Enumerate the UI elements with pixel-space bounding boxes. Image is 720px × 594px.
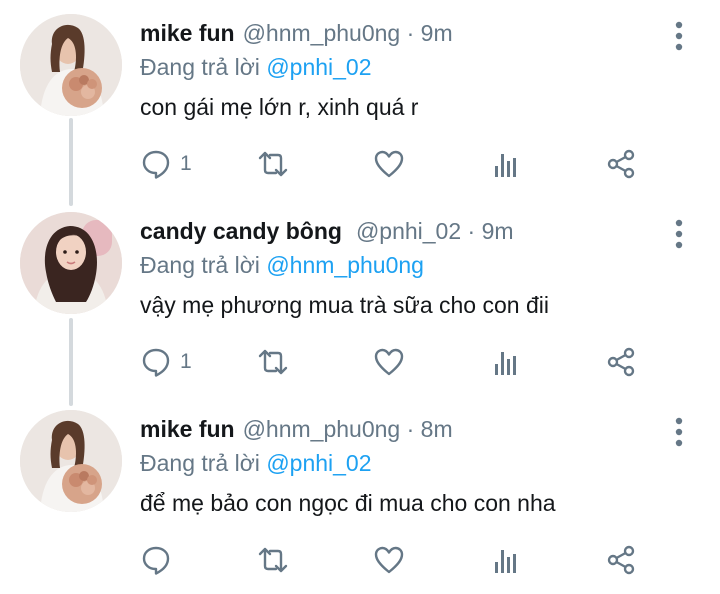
heart-icon — [374, 546, 404, 574]
tweet-header: candy candy bông @pnhi_02 · 9m — [140, 218, 514, 245]
reply-icon — [142, 150, 170, 179]
retweet-button[interactable] — [257, 542, 289, 578]
heart-icon — [374, 348, 404, 376]
more-options-button[interactable] — [664, 216, 694, 252]
replying-to-label: Đang trả lời — [140, 54, 260, 80]
reply-count: 1 — [180, 152, 192, 175]
more-options-button[interactable] — [664, 414, 694, 450]
timestamp[interactable]: 9m — [482, 218, 514, 244]
analytics-button[interactable] — [490, 344, 522, 380]
reply-icon — [142, 348, 170, 377]
retweet-icon — [258, 349, 288, 375]
mention-link[interactable]: @pnhi_02 — [266, 450, 371, 476]
user-handle[interactable]: @hnm_phu0ng — [243, 416, 401, 442]
reply-button[interactable]: 1 — [140, 344, 192, 380]
analytics-icon — [495, 352, 516, 375]
user-handle[interactable]: @hnm_phu0ng — [243, 20, 401, 46]
share-icon — [607, 149, 635, 179]
more-vertical-icon — [675, 417, 683, 447]
reply-button[interactable]: 1 — [140, 146, 192, 182]
avatar-photo — [20, 14, 122, 116]
tweet[interactable]: candy candy bông @pnhi_02 · 9m Đang trả l… — [0, 198, 720, 396]
display-name[interactable]: mike fun — [140, 20, 235, 46]
avatar[interactable] — [20, 14, 122, 116]
more-vertical-icon — [675, 219, 683, 249]
share-icon — [607, 347, 635, 377]
reply-button[interactable] — [140, 542, 180, 578]
replying-to: Đang trả lời @pnhi_02 — [140, 54, 372, 81]
replying-to: Đang trả lời @hnm_phu0ng — [140, 252, 424, 279]
avatar-photo — [20, 410, 122, 512]
retweet-button[interactable] — [257, 146, 289, 182]
separator-dot: · — [406, 416, 415, 442]
separator-dot: · — [406, 20, 415, 46]
reply-count: 1 — [180, 350, 192, 373]
share-button[interactable] — [605, 146, 637, 182]
reply-icon — [142, 546, 170, 575]
share-button[interactable] — [605, 542, 637, 578]
heart-icon — [374, 150, 404, 178]
replying-to-label: Đang trả lời — [140, 252, 260, 278]
action-bar: 1 — [140, 344, 660, 380]
like-button[interactable] — [373, 542, 405, 578]
analytics-button[interactable] — [490, 542, 522, 578]
mention-link[interactable]: @pnhi_02 — [266, 54, 371, 80]
tweet-text: vậy mẹ phương mua trà sữa cho con đii — [140, 292, 549, 318]
tweet-header: mike fun @hnm_phu0ng · 8m — [140, 416, 453, 443]
analytics-icon — [495, 550, 516, 573]
tweet[interactable]: mike fun @hnm_phu0ng · 9m Đang trả lời @p… — [0, 0, 720, 198]
tweet-header: mike fun @hnm_phu0ng · 9m — [140, 20, 453, 47]
action-bar — [140, 542, 660, 578]
more-vertical-icon — [675, 21, 683, 51]
avatar-photo — [20, 212, 122, 314]
timestamp[interactable]: 9m — [421, 20, 453, 46]
analytics-icon — [495, 154, 516, 177]
analytics-button[interactable] — [490, 146, 522, 182]
share-icon — [607, 545, 635, 575]
tweet-text: con gái mẹ lớn r, xinh quá r — [140, 94, 419, 120]
avatar[interactable] — [20, 212, 122, 314]
retweet-button[interactable] — [257, 344, 289, 380]
like-button[interactable] — [373, 146, 405, 182]
retweet-icon — [258, 547, 288, 573]
display-name[interactable]: mike fun — [140, 416, 235, 442]
timestamp[interactable]: 8m — [421, 416, 453, 442]
avatar[interactable] — [20, 410, 122, 512]
retweet-icon — [258, 151, 288, 177]
more-options-button[interactable] — [664, 18, 694, 54]
user-handle[interactable]: @pnhi_02 — [356, 218, 461, 244]
action-bar: 1 — [140, 146, 660, 182]
mention-link[interactable]: @hnm_phu0ng — [266, 252, 424, 278]
tweet-text: để mẹ bảo con ngọc đi mua cho con nha — [140, 490, 556, 516]
tweet[interactable]: mike fun @hnm_phu0ng · 8m Đang trả lời @p… — [0, 396, 720, 594]
display-name[interactable]: candy candy bông — [140, 218, 342, 244]
replying-to: Đang trả lời @pnhi_02 — [140, 450, 372, 477]
like-button[interactable] — [373, 344, 405, 380]
share-button[interactable] — [605, 344, 637, 380]
replying-to-label: Đang trả lời — [140, 450, 260, 476]
separator-dot: · — [467, 218, 476, 244]
